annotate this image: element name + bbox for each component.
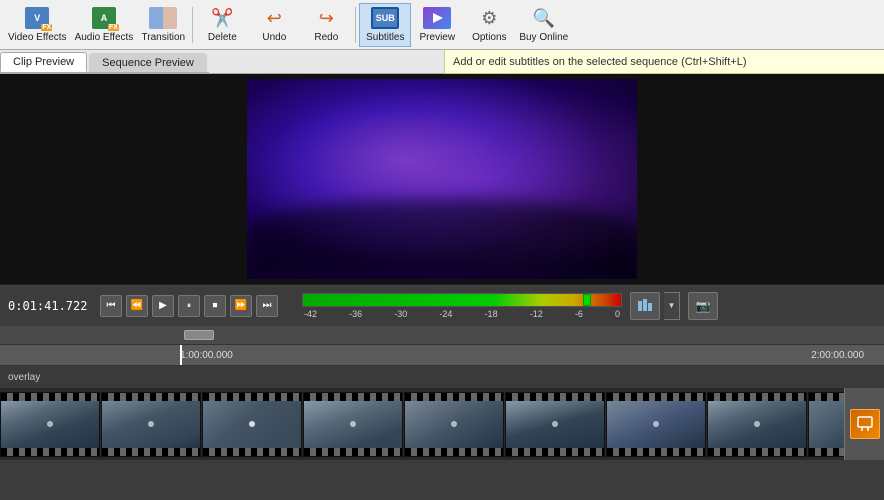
timeline-mark-1: 1:00:00.000 — [180, 350, 233, 361]
film-thumb-4 — [303, 392, 403, 457]
film-thumb-1 — [0, 392, 100, 457]
vu-icon-button-1[interactable] — [630, 292, 660, 320]
options-label: Options — [472, 32, 506, 43]
audio-effects-button[interactable]: A Audio Effects — [71, 3, 138, 47]
subtitles-button[interactable]: SUB Subtitles — [359, 3, 411, 47]
options-button[interactable]: ⚙ Options — [463, 3, 515, 47]
film-thumb-2 — [101, 392, 201, 457]
film-thumb-3 — [202, 392, 302, 457]
video-silhouette — [247, 199, 637, 279]
next-frame-button[interactable]: ⏩ — [230, 295, 252, 317]
filmstrip-corner-icon[interactable] — [850, 409, 880, 439]
scroll-handle[interactable] — [184, 330, 214, 340]
film-thumb-7 — [606, 392, 706, 457]
to-start-button[interactable]: ⏮ — [100, 295, 122, 317]
toolbar: V Video Effects A Audio Effects Transiti… — [0, 0, 884, 50]
transition-button[interactable]: Transition — [137, 3, 189, 47]
preview-area — [0, 74, 884, 284]
vu-meter-area: -42 -36 -30 -24 -18 -12 -6 0 ▼ 📷 — [302, 292, 876, 320]
track-label: overlay — [0, 372, 48, 383]
vu-camera-button[interactable]: 📷 — [688, 292, 718, 320]
tooltip-bar: Add or edit subtitles on the selected se… — [444, 50, 884, 74]
video-frame — [247, 79, 637, 279]
timecode: 0:01:41.722 — [8, 299, 88, 313]
buy-online-icon: 🔍 — [530, 6, 558, 30]
stop-button[interactable]: ⏹ — [204, 295, 226, 317]
delete-label: Delete — [208, 32, 237, 43]
undo-icon: ↩ — [260, 6, 288, 30]
delete-icon: ✂️ — [208, 6, 236, 30]
vu-peak-marker — [583, 294, 591, 306]
play-button[interactable]: ▶ — [152, 295, 174, 317]
transport-bar: 0:01:41.722 ⏮ ⏪ ▶ ⏸ ⏹ ⏩ ⏭ -42 -36 -30 -2… — [0, 284, 884, 326]
audio-effects-icon: A — [90, 6, 118, 30]
tab-clip-preview[interactable]: Clip Preview — [0, 52, 87, 72]
tab-sequence-preview[interactable]: Sequence Preview — [89, 53, 207, 72]
preview-button[interactable]: Preview — [411, 3, 463, 47]
undo-button[interactable]: ↩ Undo — [248, 3, 300, 47]
video-effects-button[interactable]: V Video Effects — [4, 3, 71, 47]
ruler-track: 1:00:00.000 2:00:00.000 — [0, 345, 884, 365]
delete-button[interactable]: ✂️ Delete — [196, 3, 248, 47]
redo-label: Redo — [314, 32, 338, 43]
video-effects-icon: V — [23, 6, 51, 30]
pause-button[interactable]: ⏸ — [178, 295, 200, 317]
vu-dropdown-arrow[interactable]: ▼ — [664, 292, 680, 320]
options-icon: ⚙ — [475, 6, 503, 30]
tooltip-text: Add or edit subtitles on the selected se… — [453, 56, 747, 68]
tabs-row: Clip Preview Sequence Preview — [0, 50, 209, 73]
audio-effects-label: Audio Effects — [75, 32, 134, 43]
buy-online-label: Buy Online — [519, 32, 568, 43]
preview-label: Preview — [420, 32, 456, 43]
timeline-mark-2: 2:00:00.000 — [811, 350, 864, 361]
undo-label: Undo — [262, 32, 286, 43]
scrollbar-row — [0, 326, 884, 344]
separator-1 — [192, 7, 193, 43]
film-thumb-8 — [707, 392, 807, 457]
film-thumb-5 — [404, 392, 504, 457]
separator-2 — [355, 7, 356, 43]
vu-labels: -42 -36 -30 -24 -18 -12 -6 0 — [302, 309, 622, 319]
video-effects-label: Video Effects — [8, 32, 67, 43]
transition-label: Transition — [142, 32, 186, 43]
transition-icon — [149, 6, 177, 30]
vu-bar-container: -42 -36 -30 -24 -18 -12 -6 0 — [302, 293, 622, 319]
prev-frame-button[interactable]: ⏪ — [126, 295, 148, 317]
vu-right-icons: ▼ 📷 — [630, 292, 718, 320]
subtitles-icon: SUB — [371, 6, 399, 30]
redo-button[interactable]: ↪ Redo — [300, 3, 352, 47]
filmstrip-overlay — [844, 388, 884, 460]
track-area: overlay — [0, 366, 884, 388]
vu-bar — [302, 293, 622, 307]
preview-icon — [423, 6, 451, 30]
subtitles-label: Subtitles — [366, 32, 404, 43]
timeline-ruler[interactable]: 1:00:00.000 2:00:00.000 — [0, 344, 884, 366]
buy-online-button[interactable]: 🔍 Buy Online — [515, 3, 572, 47]
to-end-button[interactable]: ⏭ — [256, 295, 278, 317]
film-thumb-6 — [505, 392, 605, 457]
filmstrip — [0, 388, 884, 460]
redo-icon: ↪ — [312, 6, 340, 30]
